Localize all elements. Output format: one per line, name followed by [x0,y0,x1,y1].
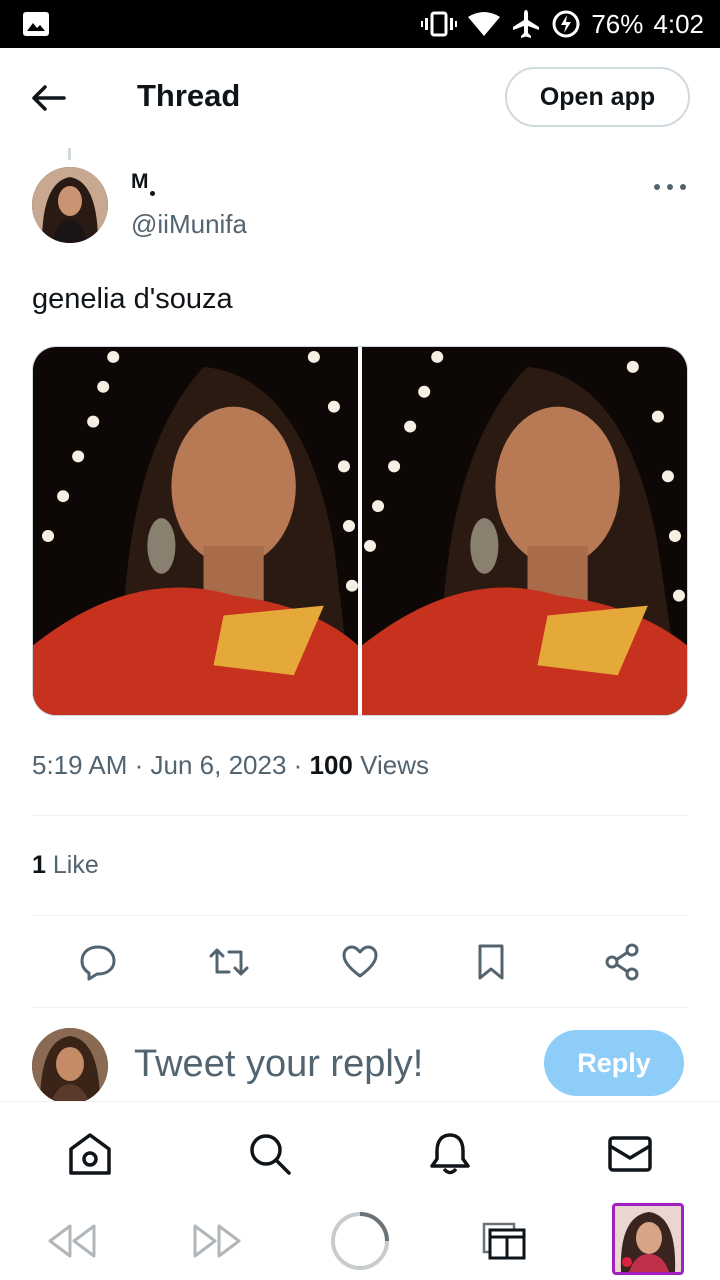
user-handle[interactable]: @iiMunifa [131,209,247,240]
divider [32,1007,688,1008]
more-options-icon[interactable] [652,176,688,198]
tweet-meta: 5:19 AM · Jun 6, 2023 · 100 Views [32,750,430,780]
loading-icon [328,1209,392,1273]
views-label: Views [360,750,430,780]
retweet-icon[interactable] [207,940,251,984]
vibrate-icon [421,11,458,37]
media-image-1[interactable] [33,347,358,715]
tweet-media [32,346,688,716]
header: Thread Open app [0,48,720,148]
bottom-nav [0,1101,720,1201]
reply-button[interactable]: Reply [544,1030,684,1096]
tweet-time: 5:19 AM [32,750,128,780]
divider [32,915,688,916]
tweet-text: genelia d'souza [32,283,233,315]
tweet-date: Jun 6, 2023 [150,750,287,780]
likes-count: 1 [32,851,46,879]
likes-link[interactable]: 1 Like [32,851,99,880]
likes-label: Like [52,851,99,879]
airplane-icon [511,9,541,39]
status-bar: 76% 4:02 [0,0,720,48]
share-icon[interactable] [600,940,644,984]
reply-input[interactable] [134,1036,514,1092]
battery-percent: 76% [591,8,644,39]
reply-icon[interactable] [76,940,120,984]
divider [32,815,688,816]
fast-forward-icon[interactable] [189,1209,245,1273]
my-avatar [32,1028,108,1104]
tabs-icon[interactable] [478,1209,530,1273]
search-icon[interactable] [246,1130,294,1178]
avatar[interactable] [32,167,108,243]
wifi-icon [467,11,501,37]
image-icon [22,11,50,37]
name-dot [150,191,155,196]
browser-bar [0,1201,720,1280]
media-image-2[interactable] [362,347,687,715]
app-thumbnail[interactable] [612,1203,684,1275]
messages-icon[interactable] [606,1130,654,1178]
home-icon[interactable] [66,1130,114,1178]
views-count: 100 [309,750,353,780]
notifications-icon[interactable] [426,1130,474,1178]
open-app-button[interactable]: Open app [505,67,690,127]
rewind-icon[interactable] [44,1209,100,1273]
page-title: Thread [137,78,241,113]
back-arrow-icon[interactable] [28,78,72,118]
thread-line [68,148,71,160]
bookmark-icon[interactable] [469,940,513,984]
clock: 4:02 [653,8,704,39]
like-icon[interactable] [338,940,382,984]
battery-saver-icon [551,9,581,39]
display-name[interactable]: M [131,170,149,194]
